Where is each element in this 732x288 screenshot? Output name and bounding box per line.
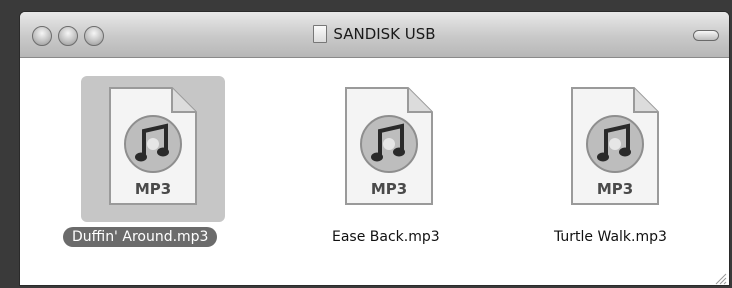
mp3-file-icon[interactable]: MP3 <box>344 86 434 206</box>
mp3-file-icon[interactable]: MP3 <box>108 86 198 206</box>
file-type-label: MP3 <box>371 180 407 198</box>
usb-drive-icon <box>313 25 328 43</box>
file-type-label: MP3 <box>135 180 171 198</box>
title-bar[interactable]: SANDISK USB <box>20 12 729 58</box>
mp3-file-icon[interactable]: MP3 <box>570 86 660 206</box>
window-title-text: SANDISK USB <box>333 25 436 43</box>
toolbar-toggle-icon[interactable] <box>693 30 719 41</box>
file-name-label[interactable]: Ease Back.mp3 <box>332 229 440 245</box>
resize-grip-icon[interactable] <box>713 271 727 285</box>
finder-window: SANDISK USB MP3 Duffin' Around.mp3 MP3 E… <box>19 11 730 286</box>
window-title: SANDISK USB <box>20 25 729 44</box>
file-name-label[interactable]: Duffin' Around.mp3 <box>63 227 218 247</box>
file-type-label: MP3 <box>597 180 633 198</box>
file-name-label[interactable]: Turtle Walk.mp3 <box>554 229 667 245</box>
file-area[interactable]: MP3 Duffin' Around.mp3 MP3 Ease Back.mp3 <box>20 58 729 285</box>
